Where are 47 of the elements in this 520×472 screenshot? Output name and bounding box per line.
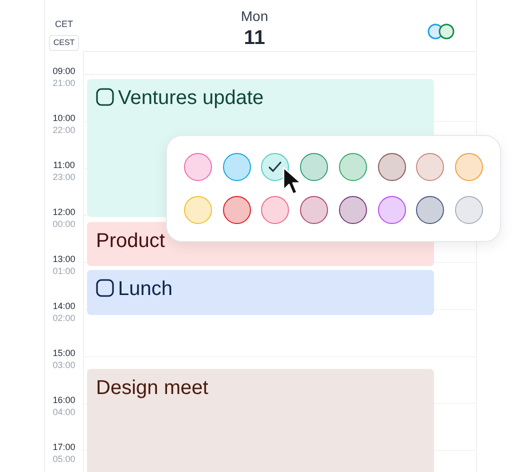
hour-label: 23:00	[52, 171, 76, 183]
event-title: Design meet	[96, 376, 208, 400]
hour-label: 03:00	[52, 359, 76, 371]
color-swatch[interactable]	[378, 153, 406, 181]
color-swatch[interactable]	[300, 153, 328, 181]
event-card[interactable]: Lunch	[87, 270, 434, 315]
color-swatch[interactable]	[338, 196, 367, 224]
hour-label: 15:00	[52, 347, 76, 359]
hour-label: 13:00	[52, 253, 76, 265]
hour-label: 16:00	[52, 394, 76, 406]
hour-label: 11:00	[53, 159, 75, 171]
color-swatch[interactable]	[261, 196, 290, 224]
avatars-icon	[427, 23, 457, 40]
hour-label: 00:00	[52, 218, 76, 230]
event-card[interactable]: Design meet	[87, 369, 434, 472]
hour-label: 22:00	[52, 124, 76, 136]
timezone-toggle[interactable]: CEST	[49, 34, 79, 50]
color-swatch[interactable]	[455, 196, 484, 224]
color-swatch[interactable]	[378, 196, 406, 224]
checkbox-icon[interactable]	[96, 279, 114, 297]
checkmark-icon	[268, 161, 282, 173]
hour-label: 10:00	[52, 112, 76, 124]
color-swatch[interactable]	[261, 153, 290, 181]
event-title: Ventures update	[118, 86, 264, 110]
checkbox-icon[interactable]	[96, 88, 114, 106]
color-swatch[interactable]	[416, 196, 444, 224]
color-swatch[interactable]	[300, 196, 328, 224]
color-swatch[interactable]	[222, 153, 251, 181]
color-swatch[interactable]	[416, 153, 444, 181]
hour-label: 05:00	[52, 453, 76, 465]
hour-label: 09:00	[52, 65, 76, 77]
event-title: Product	[96, 229, 165, 253]
color-swatch[interactable]	[338, 153, 367, 181]
hour-label: 04:00	[52, 406, 76, 418]
hour-label: 12:00	[52, 206, 76, 218]
hour-label: 02:00	[52, 312, 76, 324]
event-title: Lunch	[118, 277, 172, 301]
hour-label: 21:00	[52, 77, 76, 89]
timezone-label: CET	[55, 18, 73, 31]
color-swatch[interactable]	[184, 153, 212, 181]
day-number: 11	[244, 26, 266, 51]
color-swatch[interactable]	[455, 153, 484, 181]
hour-label: 14:00	[52, 300, 76, 312]
color-swatch[interactable]	[222, 196, 251, 224]
hour-label: 01:00	[52, 265, 76, 277]
hour-label: 17:00	[52, 441, 76, 453]
weekday-label: Mon	[240, 7, 268, 25]
